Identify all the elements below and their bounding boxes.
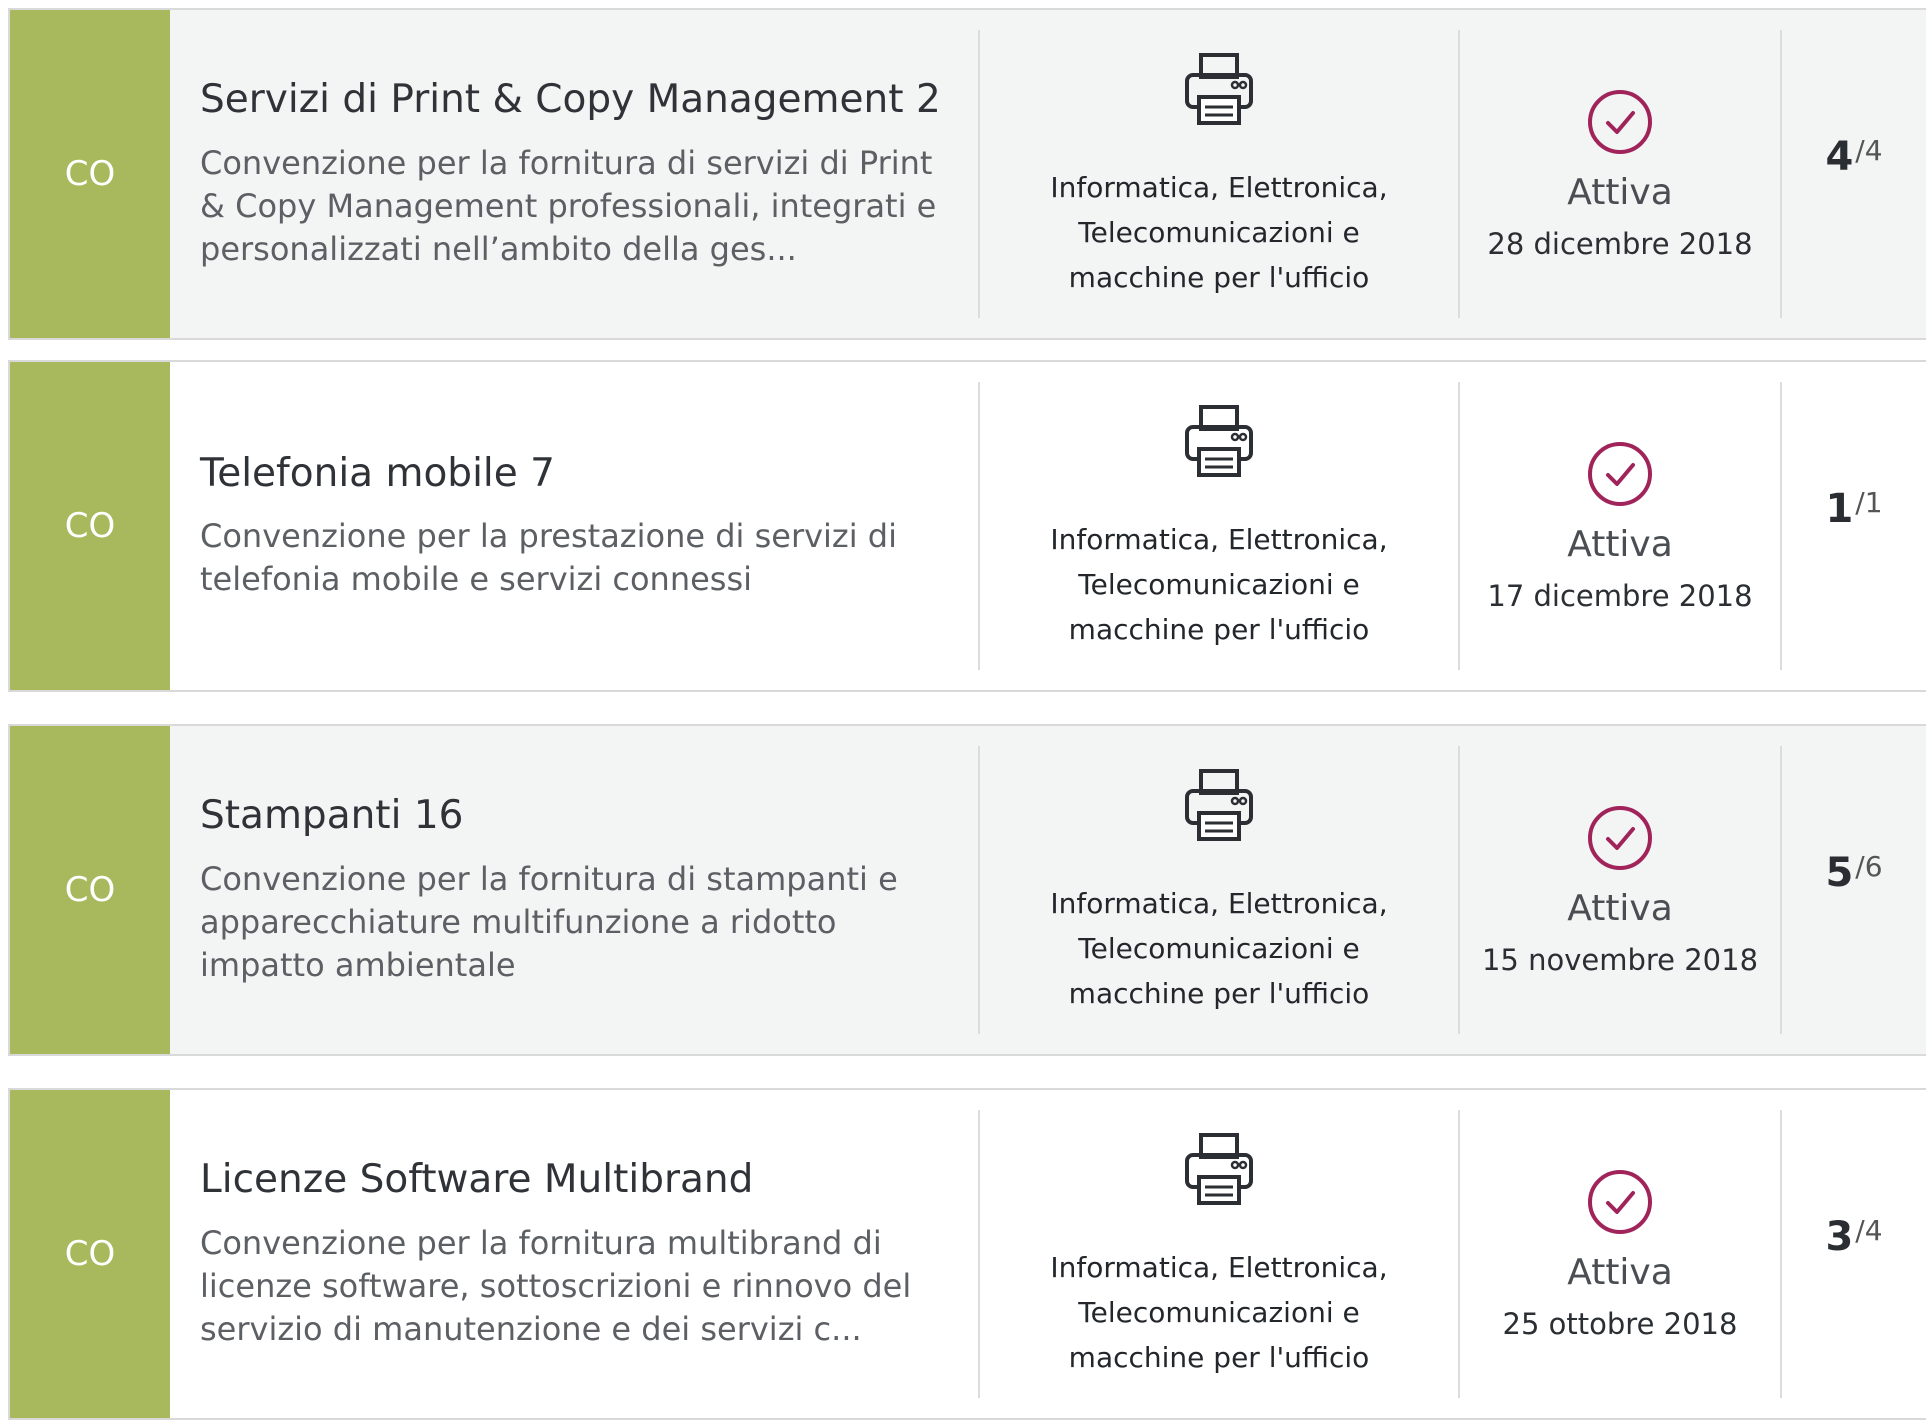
lots-count: 4 /4: [1782, 10, 1926, 338]
category-label: Informatica, Elettronica, Telecomunicazi…: [1050, 170, 1388, 294]
status-date: 17 dicembre 2018: [1487, 578, 1753, 613]
convention-card[interactable]: CO Servizi di Print & Copy Management 2 …: [8, 8, 1926, 340]
lots-count: 3 /4: [1782, 1090, 1926, 1418]
convention-info: Servizi di Print & Copy Management 2 Con…: [170, 10, 978, 338]
convention-card[interactable]: CO Licenze Software Multibrand Convenzio…: [8, 1088, 1926, 1420]
type-badge: CO: [10, 1090, 170, 1418]
check-circle-icon: [1588, 441, 1652, 506]
convention-info: Stampanti 16 Convenzione per la fornitur…: [170, 726, 978, 1054]
convention-description: Convenzione per la fornitura di stampant…: [200, 859, 898, 984]
lots-current: 3: [1825, 1214, 1854, 1260]
check-circle-icon: [1588, 1169, 1652, 1234]
status-cell: Attiva 15 novembre 2018: [1460, 726, 1780, 1054]
type-code: CO: [64, 870, 116, 910]
lots-current: 1: [1825, 486, 1854, 532]
category-cell: Informatica, Elettronica, Telecomunicazi…: [980, 726, 1458, 1054]
status-cell: Attiva 28 dicembre 2018: [1460, 10, 1780, 338]
lots-current: 4: [1825, 134, 1854, 180]
status-label: Attiva: [1567, 1251, 1673, 1293]
status-date: 25 ottobre 2018: [1502, 1306, 1738, 1341]
convention-info: Telefonia mobile 7 Convenzione per la pr…: [170, 362, 978, 690]
convention-title[interactable]: Stampanti 16: [200, 793, 950, 840]
convention-description: Convenzione per la prestazione di serviz…: [200, 517, 897, 599]
type-code: CO: [64, 1234, 116, 1274]
type-badge: CO: [10, 726, 170, 1054]
lots-total: /4: [1855, 1214, 1883, 1247]
type-code: CO: [64, 154, 116, 194]
category-cell: Informatica, Elettronica, Telecomunicazi…: [980, 362, 1458, 690]
type-badge: CO: [10, 10, 170, 338]
convention-card[interactable]: CO Telefonia mobile 7 Convenzione per la…: [8, 360, 1926, 692]
printer-icon: [1185, 1132, 1253, 1205]
status-label: Attiva: [1567, 523, 1673, 565]
convention-title[interactable]: Licenze Software Multibrand: [200, 1157, 950, 1204]
check-circle-icon: [1588, 89, 1652, 154]
status-date: 28 dicembre 2018: [1487, 226, 1753, 261]
category-cell: Informatica, Elettronica, Telecomunicazi…: [980, 10, 1458, 338]
category-label: Informatica, Elettronica, Telecomunicazi…: [1050, 1250, 1388, 1374]
category-label: Informatica, Elettronica, Telecomunicazi…: [1050, 886, 1388, 1010]
type-badge: CO: [10, 362, 170, 690]
status-cell: Attiva 17 dicembre 2018: [1460, 362, 1780, 690]
status-cell: Attiva 25 ottobre 2018: [1460, 1090, 1780, 1418]
type-code: CO: [64, 506, 116, 546]
lots-total: /6: [1855, 850, 1883, 883]
convention-list: CO Servizi di Print & Copy Management 2 …: [0, 0, 1926, 1424]
convention-description: Convenzione per la fornitura multibrand …: [200, 1223, 912, 1348]
lots-current: 5: [1825, 850, 1854, 896]
convention-title[interactable]: Telefonia mobile 7: [200, 451, 950, 498]
printer-icon: [1185, 404, 1253, 477]
category-cell: Informatica, Elettronica, Telecomunicazi…: [980, 1090, 1458, 1418]
lots-count: 1 /1: [1782, 362, 1926, 690]
printer-icon: [1185, 52, 1253, 125]
status-date: 15 novembre 2018: [1481, 942, 1759, 977]
convention-info: Licenze Software Multibrand Convenzione …: [170, 1090, 978, 1418]
printer-icon: [1185, 768, 1253, 841]
lots-total: /1: [1855, 486, 1883, 519]
lots-total: /4: [1855, 134, 1883, 167]
convention-title[interactable]: Servizi di Print & Copy Management 2: [200, 77, 950, 124]
lots-count: 5 /6: [1782, 726, 1926, 1054]
convention-description: Convenzione per la fornitura di servizi …: [200, 143, 937, 268]
status-label: Attiva: [1567, 171, 1673, 213]
status-label: Attiva: [1567, 887, 1673, 929]
check-circle-icon: [1588, 805, 1652, 870]
category-label: Informatica, Elettronica, Telecomunicazi…: [1050, 522, 1388, 646]
convention-card[interactable]: CO Stampanti 16 Convenzione per la forni…: [8, 724, 1926, 1056]
